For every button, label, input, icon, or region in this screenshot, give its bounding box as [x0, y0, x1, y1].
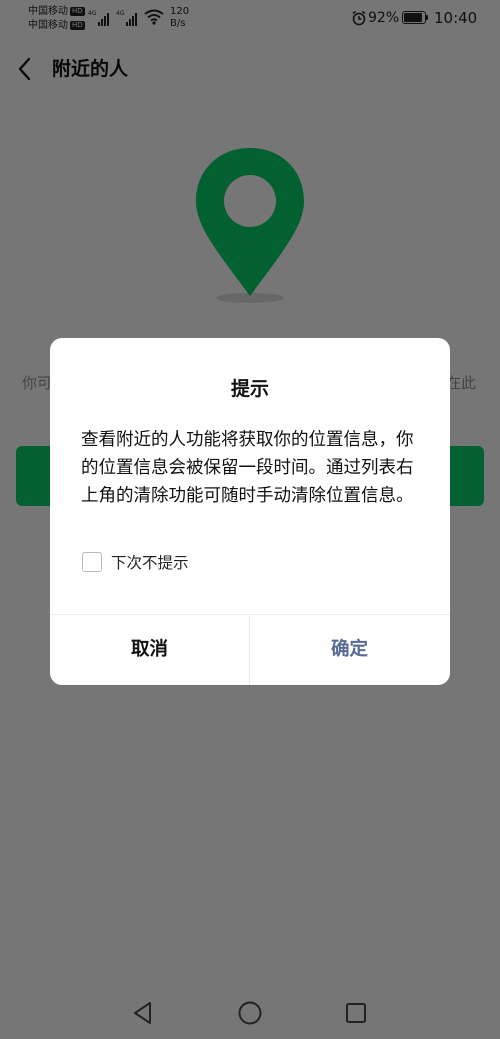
confirm-button[interactable]: 确定: [250, 615, 449, 685]
dont-remind-label[interactable]: 下次不提示: [111, 552, 189, 574]
permission-dialog: 提示 查看附近的人功能将获取你的位置信息，你的位置信息会被保留一段时间。通过列表…: [50, 338, 450, 685]
dialog-title: 提示: [230, 378, 269, 400]
dialog-message: 查看附近的人功能将获取你的位置信息，你的位置信息会被保留一段时间。通过列表右上角…: [81, 430, 414, 506]
cancel-button[interactable]: 取消: [50, 615, 249, 685]
dont-remind-checkbox[interactable]: [82, 552, 102, 572]
